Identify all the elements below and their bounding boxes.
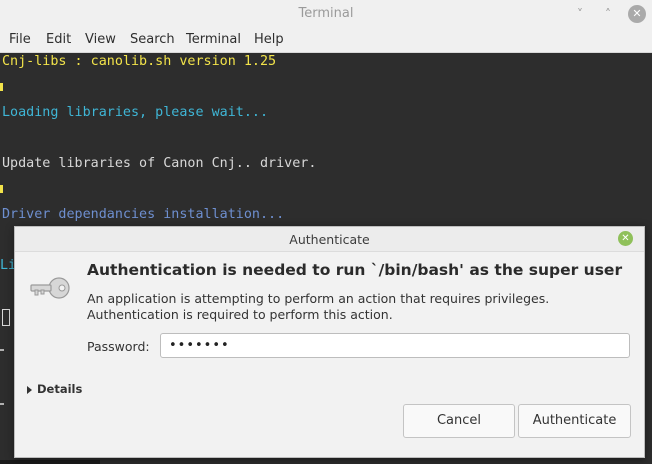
menu-edit[interactable]: Edit	[46, 32, 71, 47]
edge-tick	[0, 349, 4, 351]
terminal-line: Cnj-libs : canolib.sh version 1.25	[2, 54, 277, 69]
authenticate-dialog: Authenticate ✕ Authentication is needed …	[14, 226, 645, 458]
menu-terminal[interactable]: Terminal	[186, 32, 241, 47]
chevron-down-icon[interactable]: ˅	[572, 6, 588, 22]
chevron-up-icon[interactable]: ˄	[600, 6, 616, 22]
expander-arrow-icon	[27, 385, 32, 394]
menu-search[interactable]: Search	[130, 32, 175, 47]
terminal-line: Update libraries of Canon Cnj.. driver.	[2, 156, 317, 171]
terminal-line: Driver dependancies installation...	[2, 207, 285, 222]
menu-file[interactable]: File	[9, 32, 31, 47]
edge-marker	[0, 83, 3, 91]
terminal-title: Terminal	[298, 6, 354, 21]
details-label: Details	[37, 382, 83, 396]
terminal-line: Loading libraries, please wait...	[2, 105, 269, 120]
dialog-message: An application is attempting to perform …	[87, 291, 550, 322]
terminal-menubar: File Edit View Search Terminal Help	[0, 28, 652, 53]
dialog-title: Authenticate	[289, 232, 370, 247]
close-icon[interactable]: ✕	[628, 5, 646, 23]
terminal-titlebar[interactable]: Terminal ˅ ˄ ✕	[0, 0, 652, 28]
cancel-button[interactable]: Cancel	[403, 404, 515, 438]
menu-view[interactable]: View	[85, 32, 116, 47]
password-label: Password:	[87, 339, 150, 354]
details-expander[interactable]: Details	[27, 382, 82, 396]
edge-tick	[0, 403, 4, 405]
dialog-heading: Authentication is needed to run `/bin/ba…	[87, 261, 623, 279]
close-icon[interactable]: ✕	[618, 231, 633, 246]
menu-help[interactable]: Help	[254, 32, 284, 47]
password-field[interactable]	[160, 333, 630, 358]
authenticate-button[interactable]: Authenticate	[518, 404, 631, 438]
terminal-cursor	[2, 309, 10, 326]
taskbar-strip	[0, 460, 100, 464]
dialog-titlebar[interactable]: Authenticate ✕	[15, 227, 644, 252]
key-icon	[29, 276, 73, 304]
edge-marker	[0, 185, 3, 193]
